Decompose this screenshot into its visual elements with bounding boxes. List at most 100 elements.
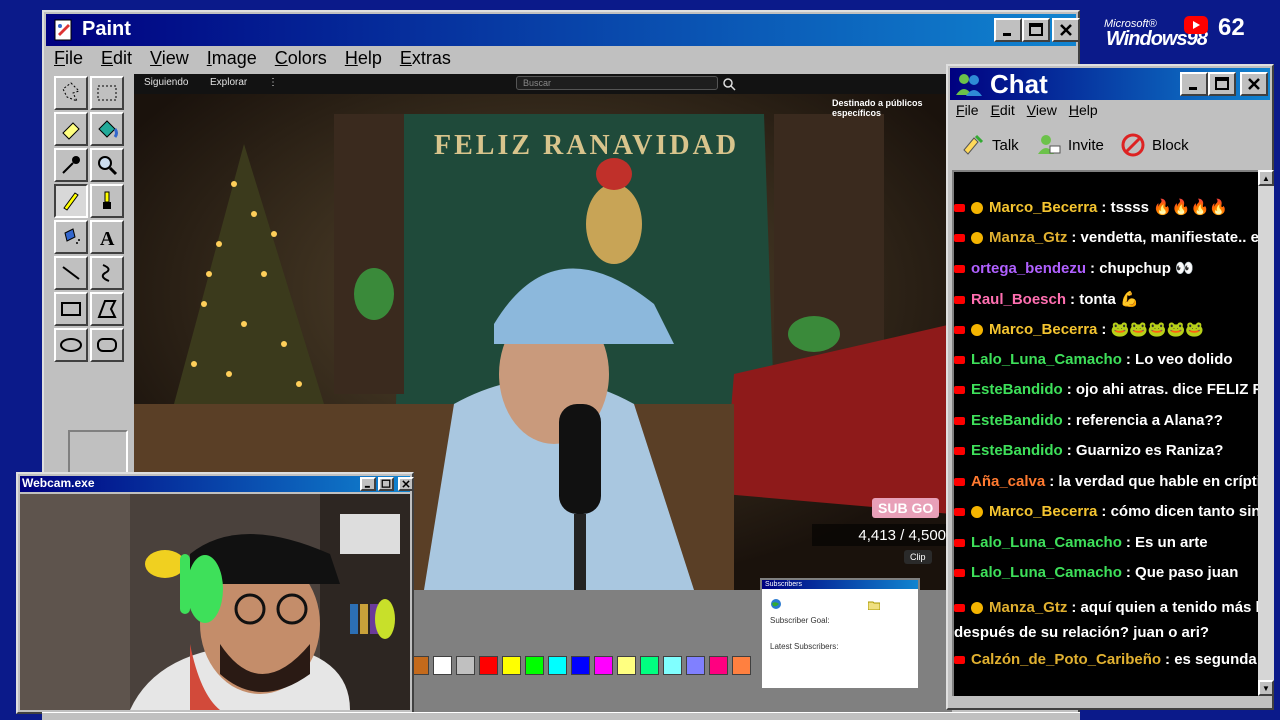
- block-icon: [1121, 133, 1145, 157]
- chat-username[interactable]: Manza_Gtz: [989, 229, 1067, 246]
- rect-select-tool[interactable]: [90, 76, 124, 110]
- chat-username[interactable]: Manza_Gtz: [989, 599, 1067, 616]
- free-select-tool[interactable]: [54, 76, 88, 110]
- scroll-down-arrow-icon[interactable]: ▼: [1258, 680, 1274, 696]
- youtube-source-icon: [954, 477, 965, 486]
- chat-title: Chat: [990, 69, 1048, 99]
- chat-menu-edit[interactable]: Edit: [991, 102, 1015, 118]
- stream-search-input[interactable]: Buscar: [516, 76, 718, 90]
- paint-title: Paint: [82, 18, 131, 40]
- pencil-icon: [63, 192, 79, 211]
- pencil-tool[interactable]: [54, 184, 88, 218]
- chat-username[interactable]: Marco_Becerra: [989, 503, 1097, 520]
- webcam-maximize-button[interactable]: [378, 477, 394, 491]
- chat-maximize-button[interactable]: [1208, 72, 1236, 96]
- chat-username[interactable]: Aña_calva: [971, 473, 1045, 490]
- globe-icon: [771, 599, 781, 609]
- window-bottom-edge: [42, 712, 1080, 720]
- palette-swatch[interactable]: [548, 656, 567, 675]
- eraser-tool[interactable]: [54, 112, 88, 146]
- chat-message: EsteBandido: referencia a Alana??: [954, 412, 1223, 429]
- rectangle-tool[interactable]: [54, 292, 88, 326]
- webcam-title-bar[interactable]: Webcam.exe: [20, 476, 414, 492]
- chat-username[interactable]: Marco_Becerra: [989, 199, 1097, 216]
- chat-minimize-button[interactable]: [1180, 72, 1208, 96]
- invite-icon: [1038, 135, 1061, 154]
- chat-username[interactable]: Calzón_de_Poto_Caribeño: [971, 651, 1161, 668]
- menu-colors[interactable]: Colors: [273, 46, 329, 70]
- curve-tool[interactable]: [90, 256, 124, 290]
- ellipse-tool[interactable]: [54, 328, 88, 362]
- minimize-button[interactable]: [994, 18, 1022, 42]
- palette-swatch[interactable]: [686, 656, 705, 675]
- magnifier-tool[interactable]: [90, 148, 124, 182]
- clip-button[interactable]: Clip: [904, 550, 932, 564]
- webcam-scene: [20, 494, 410, 710]
- maximize-button[interactable]: [1022, 18, 1050, 42]
- brush-tool[interactable]: [90, 184, 124, 218]
- chat-close-button[interactable]: [1240, 72, 1268, 96]
- color-picker-tool[interactable]: [54, 148, 88, 182]
- chat-username[interactable]: Raul_Boesch: [971, 291, 1066, 308]
- menu-file[interactable]: File: [52, 46, 85, 70]
- airbrush-tool[interactable]: [54, 220, 88, 254]
- text-tool[interactable]: A: [90, 220, 124, 254]
- chat-message-text: : Que paso juan: [1125, 564, 1239, 581]
- talk-icon: [963, 134, 984, 155]
- invite-button[interactable]: Invite: [1036, 130, 1104, 160]
- chat-scrollbar[interactable]: ▲ ▼: [1258, 170, 1274, 696]
- palette-swatch[interactable]: [709, 656, 728, 675]
- chat-username[interactable]: Marco_Becerra: [989, 321, 1097, 338]
- chat-username[interactable]: Lalo_Luna_Camacho: [971, 351, 1122, 368]
- chat-username[interactable]: ortega_bendezu: [971, 260, 1086, 277]
- palette-swatch[interactable]: [663, 656, 682, 675]
- palette-swatch[interactable]: [571, 656, 590, 675]
- nav-explore[interactable]: Explorar: [210, 77, 247, 88]
- webcam-close-button[interactable]: [398, 477, 414, 491]
- youtube-source-icon: [954, 233, 965, 242]
- palette-swatch[interactable]: [640, 656, 659, 675]
- chat-menu-help[interactable]: Help: [1069, 102, 1098, 118]
- palette-swatch[interactable]: [479, 656, 498, 675]
- scroll-up-arrow-icon[interactable]: ▲: [1258, 170, 1274, 186]
- chat-username[interactable]: EsteBandido: [971, 381, 1063, 398]
- menu-edit[interactable]: Edit: [99, 46, 134, 70]
- palette-swatch[interactable]: [502, 656, 521, 675]
- rounded-rect-tool[interactable]: [90, 328, 124, 362]
- menu-image[interactable]: Image: [205, 46, 259, 70]
- chat-title-bar[interactable]: Chat: [950, 68, 1270, 100]
- search-icon[interactable]: [722, 77, 736, 91]
- youtube-source-icon: [954, 447, 965, 456]
- menu-extras[interactable]: Extras: [398, 46, 453, 70]
- fill-tool[interactable]: [90, 112, 124, 146]
- chat-username[interactable]: Lalo_Luna_Camacho: [971, 564, 1122, 581]
- nav-more-icon[interactable]: ⋮: [268, 77, 278, 88]
- talk-button[interactable]: Talk: [960, 130, 1019, 160]
- chat-message-text: : 🐸🐸🐸🐸🐸: [1101, 321, 1204, 338]
- palette-swatch[interactable]: [617, 656, 636, 675]
- line-tool[interactable]: [54, 256, 88, 290]
- block-button[interactable]: Block: [1120, 130, 1189, 160]
- palette-swatch[interactable]: [594, 656, 613, 675]
- webcam-feed: [20, 494, 410, 710]
- chat-menu-view[interactable]: View: [1027, 102, 1057, 118]
- polygon-tool[interactable]: [90, 292, 124, 326]
- paint-title-bar[interactable]: Paint: [46, 14, 1080, 46]
- chat-message-log[interactable]: Marco_Becerra: tssss 🔥🔥🔥🔥 Manza_Gtz: vend…: [952, 170, 1258, 696]
- menu-view[interactable]: View: [148, 46, 191, 70]
- palette-swatch[interactable]: [732, 656, 751, 675]
- nav-following[interactable]: Siguiendo: [144, 77, 188, 88]
- subscribers-title: Subscribers: [762, 580, 918, 589]
- close-button[interactable]: [1052, 18, 1080, 42]
- palette-swatch[interactable]: [525, 656, 544, 675]
- maximize-icon: [381, 479, 391, 488]
- chat-username[interactable]: Lalo_Luna_Camacho: [971, 534, 1122, 551]
- chat-menu-file[interactable]: File: [956, 102, 979, 118]
- palette-swatch[interactable]: [456, 656, 475, 675]
- youtube-source-icon: [954, 416, 965, 425]
- webcam-minimize-button[interactable]: [360, 477, 376, 491]
- menu-help[interactable]: Help: [343, 46, 384, 70]
- chat-username[interactable]: EsteBandido: [971, 412, 1063, 429]
- chat-username[interactable]: EsteBandido: [971, 442, 1063, 459]
- palette-swatch[interactable]: [433, 656, 452, 675]
